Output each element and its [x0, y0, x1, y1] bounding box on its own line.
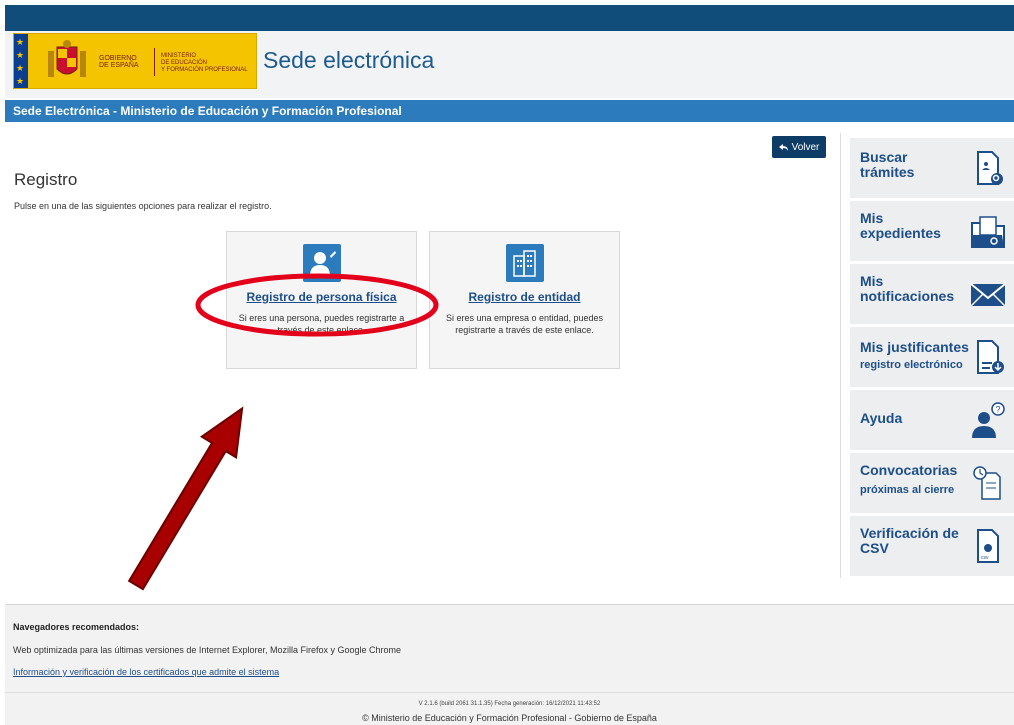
sidebar-item-label: Convocatorias: [860, 462, 958, 478]
site-title[interactable]: Sede electrónica: [263, 47, 434, 74]
sidebar-item-label: Mis expedientes: [860, 210, 941, 241]
sidebar-item-label: Mis justificantes: [860, 339, 969, 355]
copyright-text: © Ministerio de Educación y Formación Pr…: [362, 713, 657, 723]
page-title: Registro: [14, 170, 78, 189]
recommended-browsers-text: Web optimizada para las últimas versione…: [13, 645, 402, 655]
government-text: GOBIERNO DE ESPAÑA: [99, 55, 139, 69]
person-registration-desc: Si eres una persona, puedes registrarte …: [238, 313, 405, 335]
coat-of-arms-icon: [48, 40, 86, 77]
sidebar-item-label: Ayuda: [860, 410, 903, 426]
sidebar-item-sublabel: próximas al cierre: [860, 484, 955, 496]
breadcrumb: Sede Electrónica - Ministerio de Educaci…: [5, 100, 1014, 122]
sidebar-item-sublabel: registro electrónico: [860, 359, 963, 371]
help-person-icon: ?: [972, 402, 1005, 438]
instructions-text: Pulse en una de las siguientes opciones …: [14, 201, 272, 211]
flag-stripe: ★ ★ ★ ★: [14, 34, 28, 88]
top-bar: [5, 5, 1014, 31]
envelope-icon: [970, 283, 1006, 307]
footer: Navegadores recomendados: Web optimizada…: [5, 605, 1014, 725]
sidebar-item-label: Verificación de CSV: [860, 525, 959, 556]
sidebar-item-mis-expedientes[interactable]: Mis expedientes: [850, 201, 1014, 261]
back-button[interactable]: Volver: [772, 136, 826, 158]
sidebar-item-ayuda[interactable]: Ayuda ?: [850, 390, 1014, 450]
person-registration-link[interactable]: Registro de persona física: [227, 290, 416, 304]
folder-search-icon: [971, 216, 1005, 248]
annotation-arrow: [127, 406, 244, 591]
sidebar-item-mis-notificaciones[interactable]: Mis notificaciones: [850, 264, 1014, 324]
ministry-text: MINISTERIO DE EDUCACIÓN Y FORMACIÓN PROFES…: [161, 53, 248, 73]
person-icon: [303, 244, 341, 282]
sidebar-item-verificacion-csv[interactable]: Verificación de CSV csv: [850, 516, 1014, 576]
building-icon: [506, 244, 544, 282]
csv-verify-icon: csv: [977, 529, 999, 563]
document-download-icon: [977, 340, 1004, 374]
sidebar-item-label: Buscar trámites: [860, 149, 915, 180]
entity-registration-desc: Si eres una empresa o entidad, puedes re…: [445, 313, 604, 335]
clock-document-icon: [973, 466, 1001, 500]
sidebar-item-mis-justificantes[interactable]: Mis justificantes registro electrónico: [850, 327, 1014, 387]
sidebar-item-buscar-tramites[interactable]: Buscar trámites: [850, 138, 1014, 198]
sidebar-item-convocatorias[interactable]: Convocatorias próximas al cierre: [850, 453, 1014, 513]
svg-text:?: ?: [996, 405, 1001, 415]
recommended-browsers-title: Navegadores recomendados:: [13, 622, 140, 632]
document-search-icon: [977, 151, 1003, 185]
option-card-entity[interactable]: Registro de entidad Si eres una empresa …: [429, 231, 620, 369]
back-arrow-icon: [778, 143, 788, 151]
sidebar-item-label: Mis notificaciones: [860, 273, 955, 304]
version-text: V 2.1.6 (build 2061 31.1.35) Fecha gener…: [418, 701, 601, 707]
svg-text:csv: csv: [981, 555, 989, 561]
option-card-person[interactable]: Registro de persona física Si eres una p…: [226, 231, 417, 369]
back-button-label: Volver: [791, 141, 820, 153]
header-banner: ★ ★ ★ ★ GOBIERNO DE ESPAÑA MINISTERIO DE E…: [5, 31, 1014, 98]
certificates-link[interactable]: Información y verificación de los certif…: [13, 667, 279, 677]
government-logo[interactable]: ★ ★ ★ ★ GOBIERNO DE ESPAÑA MINISTERIO DE E…: [13, 33, 257, 89]
entity-registration-link[interactable]: Registro de entidad: [430, 290, 619, 304]
